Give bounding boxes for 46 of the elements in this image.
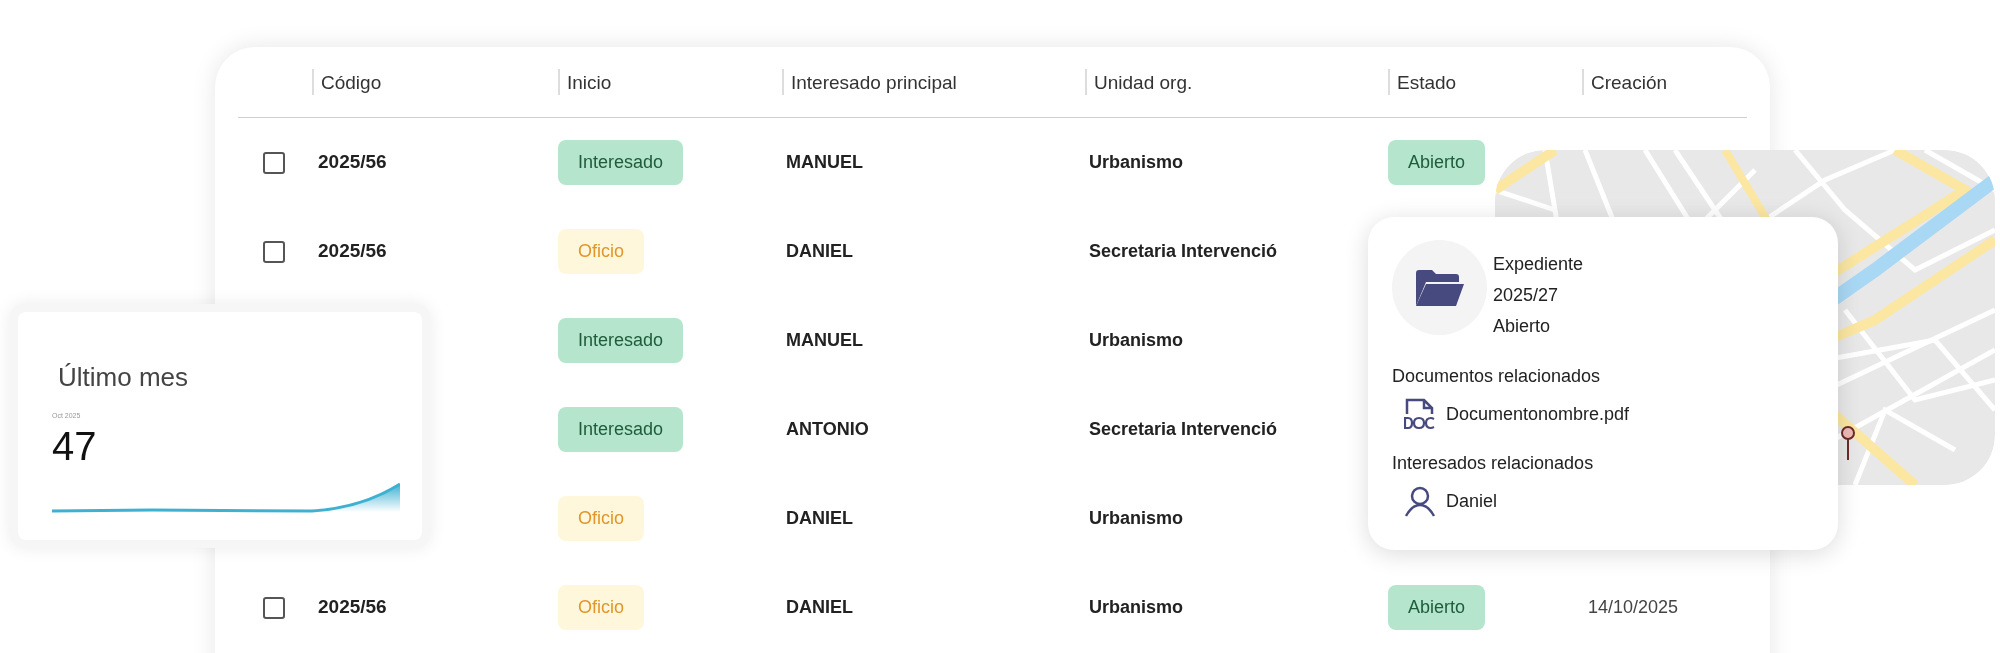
column-header: Unidad org. (1094, 72, 1193, 93)
status-badge: Abierto (1388, 140, 1486, 185)
unit-text: Secretaria Intervenció (1088, 419, 1278, 439)
stats-title: Último mes (57, 361, 189, 394)
document-icon (1404, 398, 1436, 430)
document-link[interactable]: Documentonombre.pdf (1446, 400, 1630, 428)
checkbox[interactable] (263, 596, 285, 619)
record-detail: Abierto (1493, 315, 1552, 338)
person-name: ANTONIO (785, 419, 869, 439)
unit-text: Urbanismo (1088, 597, 1184, 617)
code-text: 2025/56 (317, 596, 387, 618)
origin-badge: Interesado (558, 318, 684, 363)
unit-text: Secretaria Intervenció (1088, 241, 1278, 261)
person-name: DANIEL (785, 241, 853, 261)
origin-badge: Oficio (558, 496, 644, 541)
map-pin-icon (1841, 426, 1855, 461)
status-badge: Abierto (1388, 585, 1486, 630)
stats-value: 47 (52, 425, 98, 466)
section-title: Documentos relacionados (1392, 365, 1602, 388)
origin-badge: Oficio (558, 585, 644, 630)
origin-badge: Interesado (558, 407, 684, 452)
unit-text: Urbanismo (1088, 152, 1184, 172)
code-text: 2025/56 (317, 240, 387, 262)
record-detail: 2025/27 (1493, 284, 1560, 307)
unit-text: Urbanismo (1088, 330, 1184, 350)
user-icon (1404, 485, 1436, 517)
column-header: Interesado principal (791, 72, 957, 93)
code-text: 2025/56 (317, 151, 387, 173)
person-link[interactable]: Daniel (1446, 487, 1498, 515)
section-title: Interesados relacionados (1392, 452, 1595, 475)
person-name: DANIEL (785, 508, 853, 528)
column-header: Creación (1591, 72, 1668, 93)
person-name: MANUEL (785, 152, 863, 172)
date-text: 14/10/2025 (1587, 597, 1679, 617)
origin-badge: Interesado (558, 140, 684, 185)
unit-text: Urbanismo (1088, 508, 1184, 528)
person-name: MANUEL (785, 330, 863, 350)
column-header: Código (321, 72, 382, 93)
origin-badge: Oficio (558, 229, 644, 274)
record-detail: Expediente (1493, 253, 1584, 276)
checkbox[interactable] (263, 240, 285, 263)
column-header: Estado (1397, 72, 1457, 93)
checkbox[interactable] (263, 151, 285, 174)
person-name: DANIEL (785, 597, 853, 617)
column-header: Inicio (567, 72, 612, 93)
folder-icon (1415, 269, 1464, 306)
